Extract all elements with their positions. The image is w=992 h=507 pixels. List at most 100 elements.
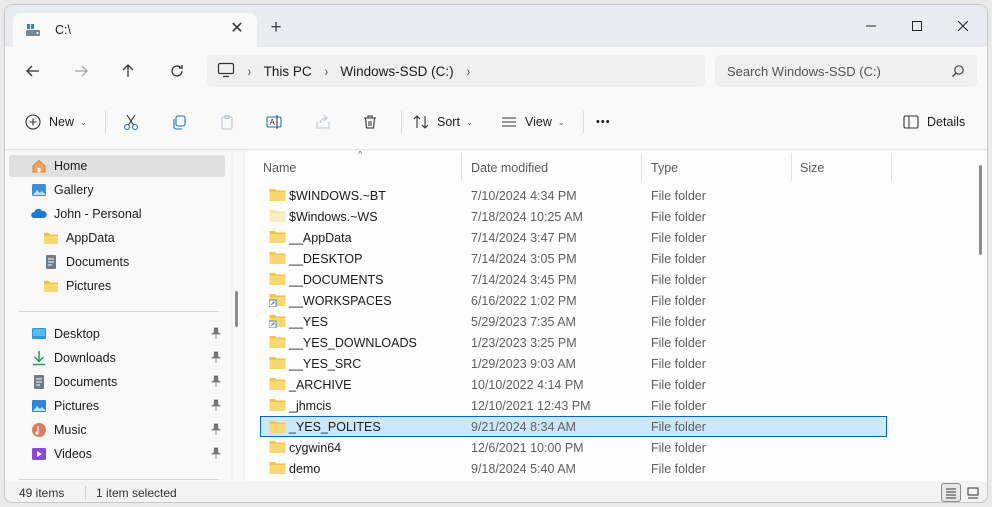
file-row[interactable]: _ARCHIVE 10/10/2022 4:14 PM File folder xyxy=(261,374,889,395)
column-header-size-label: Size xyxy=(800,161,825,175)
breadcrumb-separator[interactable]: › xyxy=(324,63,327,79)
home-icon xyxy=(31,158,47,174)
maximize-button[interactable] xyxy=(894,11,940,41)
pin-icon[interactable] xyxy=(210,423,222,438)
file-type: File folder xyxy=(651,209,706,224)
file-row[interactable]: __DESKTOP 7/14/2024 3:05 PM File folder xyxy=(261,248,889,269)
column-header-date[interactable]: Date modified xyxy=(471,157,548,179)
minimize-button[interactable] xyxy=(848,11,894,41)
column-header-date-label: Date modified xyxy=(471,161,549,175)
file-row[interactable]: demo 9/18/2024 5:40 AM File folder xyxy=(261,458,889,479)
breadcrumb-windows-ssd[interactable]: Windows-SSD (C:) xyxy=(340,64,453,79)
cut-button[interactable] xyxy=(122,107,140,137)
sidebar-item-desktop[interactable]: Desktop xyxy=(9,323,225,345)
tiles-view-button[interactable] xyxy=(963,483,983,502)
file-date-modified: 1/29/2023 9:03 AM xyxy=(471,356,576,371)
more-options-button[interactable]: ••• xyxy=(596,107,611,137)
sidebar-item-label: Videos xyxy=(54,447,92,461)
search-box[interactable]: Search Windows-SSD (C:) xyxy=(715,55,977,87)
file-date-modified: 12/10/2021 12:43 PM xyxy=(471,398,591,413)
share-button[interactable] xyxy=(315,107,331,137)
sort-button[interactable]: Sort ⌄ xyxy=(413,107,473,137)
file-list-scrollbar[interactable] xyxy=(977,165,983,260)
file-name: __AppData xyxy=(289,230,352,245)
file-row[interactable]: cygwin64 12/6/2021 10:00 PM File folder xyxy=(261,437,889,458)
file-row[interactable]: __WORKSPACES 6/16/2022 1:02 PM File folder xyxy=(261,290,889,311)
refresh-button[interactable] xyxy=(163,57,191,85)
file-row[interactable]: __DOCUMENTS 7/14/2024 3:45 PM File folder xyxy=(261,269,889,290)
file-date-modified: 7/14/2024 3:05 PM xyxy=(471,251,577,266)
sidebar-item-documents[interactable]: Documents xyxy=(9,371,225,393)
copy-icon xyxy=(173,115,186,130)
file-row[interactable]: _jhmcis 12/10/2021 12:43 PM File folder xyxy=(261,395,889,416)
column-divider[interactable] xyxy=(461,153,462,181)
file-row[interactable]: _YES_POLITES 9/21/2024 8:34 AM File folder xyxy=(260,416,887,437)
new-button[interactable]: New ⌄ xyxy=(25,107,87,137)
sidebar-item-appdata[interactable]: AppData xyxy=(9,227,225,249)
back-button[interactable] xyxy=(19,57,47,85)
file-list-scroll-thumb[interactable] xyxy=(979,165,982,255)
pin-icon[interactable] xyxy=(210,351,222,366)
column-divider[interactable] xyxy=(891,153,892,181)
sidebar-item-john-personal[interactable]: John - Personal xyxy=(9,203,225,225)
folder-icon xyxy=(268,314,286,329)
sidebar-item-documents-onedrive[interactable]: Documents xyxy=(9,251,225,273)
details-pane-button[interactable]: Details xyxy=(903,107,965,137)
breadcrumb-separator[interactable]: › xyxy=(466,63,469,79)
sidebar-scrollbar[interactable] xyxy=(233,151,243,481)
documents-icon xyxy=(43,254,59,270)
column-header-name[interactable]: Name xyxy=(263,157,296,179)
column-divider[interactable] xyxy=(791,153,792,181)
details-view-button[interactable] xyxy=(941,483,961,502)
sidebar-item-music[interactable]: Music xyxy=(9,419,225,441)
sidebar-scroll-thumb[interactable] xyxy=(235,291,238,327)
file-type: File folder xyxy=(651,188,706,203)
file-name: __DOCUMENTS xyxy=(289,272,384,287)
paste-button[interactable] xyxy=(219,107,235,137)
copy-button[interactable] xyxy=(171,107,187,137)
documents-icon xyxy=(31,374,47,390)
up-button[interactable] xyxy=(114,57,142,85)
column-header-size[interactable]: Size xyxy=(800,157,824,179)
toolbar-divider xyxy=(105,111,106,133)
delete-button[interactable] xyxy=(362,107,378,137)
file-row[interactable]: __YES_DOWNLOADS 1/23/2023 3:25 PM File fol… xyxy=(261,332,889,353)
folder-icon xyxy=(269,230,286,244)
sidebar-item-pictures-onedrive[interactable]: Pictures xyxy=(9,275,225,297)
close-window-button[interactable] xyxy=(940,11,986,41)
new-tab-icon[interactable]: + xyxy=(267,18,285,39)
file-row[interactable]: $WINDOWS.~BT 7/10/2024 4:34 PM File folder xyxy=(261,185,889,206)
sidebar-item-home[interactable]: Home xyxy=(9,155,225,177)
address-bar[interactable]: › This PC › Windows-SSD (C:) › xyxy=(207,55,705,87)
pin-icon[interactable] xyxy=(210,327,222,342)
file-row[interactable]: $Windows.~WS 7/18/2024 10:25 AM File folde… xyxy=(261,206,889,227)
file-row[interactable]: __AppData 7/14/2024 3:47 PM File folder xyxy=(261,227,889,248)
file-row[interactable]: __YES_SRC 1/29/2023 9:03 AM File folder xyxy=(261,353,889,374)
sort-icon xyxy=(413,115,429,129)
tab-c-drive[interactable]: C:\ ✕ xyxy=(13,13,257,47)
sidebar-item-pictures[interactable]: Pictures xyxy=(9,395,225,417)
pin-icon[interactable] xyxy=(210,447,222,462)
tab-close-icon[interactable]: ✕ xyxy=(229,21,245,37)
file-type: File folder xyxy=(651,419,706,434)
sidebar-item-gallery[interactable]: Gallery xyxy=(9,179,225,201)
file-name: __DESKTOP xyxy=(289,251,363,266)
pin-icon[interactable] xyxy=(210,375,222,390)
pin-icon[interactable] xyxy=(210,399,222,414)
pictures-icon xyxy=(31,398,47,414)
tab-title: C:\ xyxy=(55,23,71,37)
search-input[interactable]: Search Windows-SSD (C:) xyxy=(727,64,881,79)
rename-button[interactable]: A xyxy=(266,107,282,137)
column-header-type[interactable]: Type xyxy=(651,157,678,179)
file-type: File folder xyxy=(651,293,706,308)
forward-button[interactable] xyxy=(67,57,95,85)
file-type: File folder xyxy=(651,251,706,266)
sidebar-item-videos[interactable]: Videos xyxy=(9,443,225,465)
file-explorer-window: C:\ ✕ + › This PC › Windows-SSD (C:) › S… xyxy=(4,4,988,503)
breadcrumb-this-pc[interactable]: This PC xyxy=(264,64,312,79)
sidebar-item-downloads[interactable]: Downloads xyxy=(9,347,225,369)
breadcrumb-separator[interactable]: › xyxy=(248,63,251,79)
column-divider[interactable] xyxy=(641,153,642,181)
file-row[interactable]: __YES 5/29/2023 7:35 AM File folder xyxy=(261,311,889,332)
view-button[interactable]: View ⌄ xyxy=(501,107,565,137)
